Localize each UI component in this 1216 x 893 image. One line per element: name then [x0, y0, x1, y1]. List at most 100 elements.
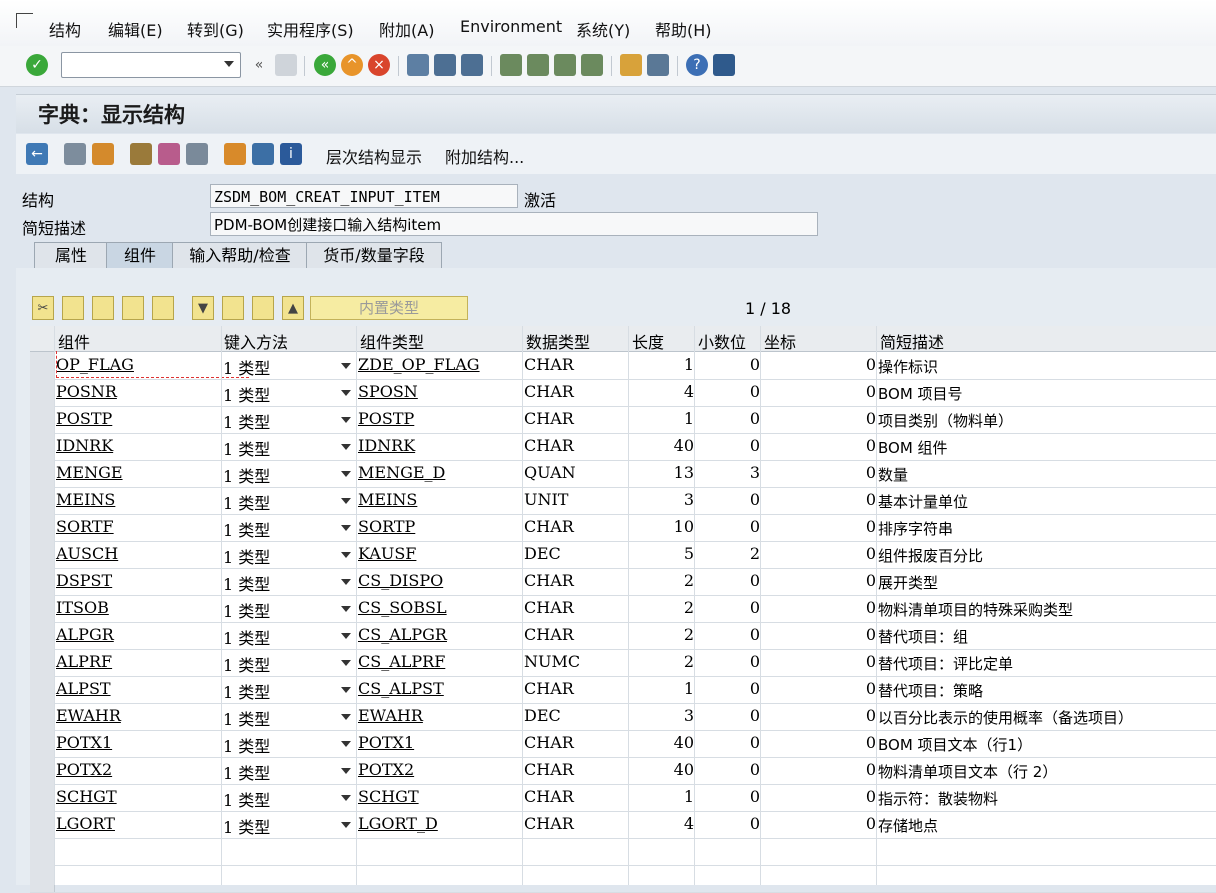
collapse-up-icon[interactable]: ▲	[282, 296, 304, 320]
menu-extras[interactable]: 附加(A)	[379, 17, 434, 41]
table-row[interactable]: EWAHR 1 类型 EWAHR DEC 3 0 0 以百分比表示的使用概率（备选项目）	[30, 703, 1216, 731]
tab-currency-quantity[interactable]: 货币/数量字段	[306, 242, 442, 268]
builtin-type-button[interactable]: 内置类型	[310, 296, 468, 320]
new-session-icon[interactable]	[620, 54, 642, 76]
row-selector[interactable]	[30, 730, 55, 757]
tab-input-help[interactable]: 输入帮助/检查	[172, 242, 308, 268]
component-type[interactable]: CS_DISPO	[358, 571, 443, 590]
component-name[interactable]: POTX2	[56, 760, 112, 779]
chevron-down-icon[interactable]	[341, 660, 351, 666]
chevron-down-icon[interactable]	[341, 768, 351, 774]
column-header[interactable]: 组件	[58, 329, 90, 353]
insert-include-icon[interactable]	[222, 296, 244, 320]
shortcut-icon[interactable]	[647, 54, 669, 76]
row-selector[interactable]	[30, 460, 55, 487]
row-selector[interactable]	[30, 811, 55, 838]
row-selector[interactable]	[30, 649, 55, 676]
table-row[interactable]: LGORT 1 类型 LGORT_D CHAR 4 0 0 存储地点	[30, 811, 1216, 839]
chevron-down-icon[interactable]	[341, 525, 351, 531]
component-type[interactable]: SPOSN	[358, 382, 418, 401]
component-type[interactable]: CS_ALPRF	[358, 652, 445, 671]
table-row[interactable]: POTX1 1 类型 POTX1 CHAR 40 0 0 BOM 项目文本（行1）	[30, 730, 1216, 758]
component-type[interactable]: IDNRK	[358, 436, 415, 455]
first-page-icon[interactable]	[500, 54, 522, 76]
chevron-down-icon[interactable]	[341, 471, 351, 477]
row-selector[interactable]	[30, 595, 55, 622]
component-type[interactable]: POTX2	[358, 760, 414, 779]
column-header[interactable]: 坐标	[764, 329, 796, 353]
previous-page-icon[interactable]	[527, 54, 549, 76]
table-row[interactable]	[30, 838, 1216, 866]
row-selector[interactable]	[30, 703, 55, 730]
save-icon[interactable]	[275, 54, 297, 76]
menu-structure[interactable]: 结构	[49, 17, 81, 41]
table-row[interactable]: ITSOB 1 类型 CS_SOBSL CHAR 2 0 0 物料清单项目的特殊采购类型	[30, 595, 1216, 623]
find-next-icon[interactable]	[461, 54, 483, 76]
menu-help[interactable]: 帮助(H)	[655, 17, 712, 41]
component-name[interactable]: POTX1	[56, 733, 112, 752]
component-type[interactable]: EWAHR	[358, 706, 423, 725]
component-name[interactable]: LGORT	[56, 814, 115, 833]
component-name[interactable]: DSPST	[56, 571, 112, 590]
component-type[interactable]: CS_SOBSL	[358, 598, 447, 617]
display-change-icon[interactable]	[64, 143, 86, 165]
column-header[interactable]: 键入方法	[224, 329, 288, 353]
table-row[interactable]: SORTF 1 类型 SORTP CHAR 10 0 0 排序字符串	[30, 514, 1216, 542]
component-type[interactable]: SORTP	[358, 517, 415, 536]
component-name[interactable]: SCHGT	[56, 787, 117, 806]
back-icon[interactable]: «	[314, 54, 336, 76]
chevron-down-icon[interactable]	[341, 417, 351, 423]
row-selector[interactable]	[30, 487, 55, 514]
table-row[interactable]: ALPGR 1 类型 CS_ALPGR CHAR 2 0 0 替代项目：组	[30, 622, 1216, 650]
table-row[interactable]: MEINS 1 类型 MEINS UNIT 3 0 0 基本计量单位	[30, 487, 1216, 515]
row-selector[interactable]	[30, 541, 55, 568]
table-row[interactable]: ALPRF 1 类型 CS_ALPRF NUMC 2 0 0 替代项目：评比定单	[30, 649, 1216, 677]
component-name[interactable]: ALPGR	[56, 625, 114, 644]
row-selector[interactable]	[30, 757, 55, 784]
row-selector[interactable]	[30, 622, 55, 649]
row-selector[interactable]	[30, 406, 55, 433]
row-selector[interactable]	[30, 838, 55, 865]
table-row[interactable]: MENGE 1 类型 MENGE_D QUAN 13 3 0 数量	[30, 460, 1216, 488]
chevron-down-icon[interactable]	[341, 633, 351, 639]
table-row[interactable]: POSTP 1 类型 POSTP CHAR 1 0 0 项目类别（物料单）	[30, 406, 1216, 434]
row-selector[interactable]	[30, 352, 55, 379]
column-header[interactable]: 简短描述	[880, 329, 944, 353]
table-row[interactable]	[30, 865, 1216, 893]
row-selector[interactable]	[30, 379, 55, 406]
chevron-down-icon[interactable]	[224, 61, 234, 67]
chevron-down-icon[interactable]	[341, 552, 351, 558]
component-type[interactable]: POTX1	[358, 733, 414, 752]
column-header[interactable]: 组件类型	[360, 329, 424, 353]
chevron-down-icon[interactable]	[341, 741, 351, 747]
other-object-icon[interactable]	[92, 143, 114, 165]
table-row[interactable]: POSNR 1 类型 SPOSN CHAR 4 0 0 BOM 项目号	[30, 379, 1216, 407]
collapse-icon[interactable]: «	[248, 54, 270, 76]
component-type[interactable]: CS_ALPST	[358, 679, 444, 698]
component-name[interactable]: ALPST	[56, 679, 111, 698]
row-selector[interactable]	[30, 784, 55, 811]
exit-icon[interactable]: ^	[341, 54, 363, 76]
structure-name-field[interactable]: ZSDM_BOM_CREAT_INPUT_ITEM	[210, 184, 518, 208]
component-type[interactable]: POSTP	[358, 409, 414, 428]
chevron-down-icon[interactable]	[341, 390, 351, 396]
chevron-down-icon[interactable]	[341, 444, 351, 450]
column-header[interactable]: 小数位	[698, 329, 746, 353]
component-name[interactable]: IDNRK	[56, 436, 113, 455]
test-icon[interactable]	[186, 143, 208, 165]
expand-icon[interactable]: ▼	[192, 296, 214, 320]
chevron-down-icon[interactable]	[341, 579, 351, 585]
select-all-icon[interactable]	[252, 296, 274, 320]
copy-icon[interactable]	[62, 296, 84, 320]
help-icon[interactable]: ?	[686, 54, 708, 76]
tab-components[interactable]: 组件	[106, 242, 174, 268]
chevron-down-icon[interactable]	[341, 795, 351, 801]
next-page-icon[interactable]	[554, 54, 576, 76]
table-row[interactable]: IDNRK 1 类型 IDNRK CHAR 40 0 0 BOM 组件	[30, 433, 1216, 461]
component-name[interactable]: POSNR	[56, 382, 117, 401]
component-name[interactable]: MEINS	[56, 490, 115, 509]
component-type[interactable]: LGORT_D	[358, 814, 438, 833]
table-row[interactable]: SCHGT 1 类型 SCHGT CHAR 1 0 0 指示符：散装物料	[30, 784, 1216, 812]
component-name[interactable]: POSTP	[56, 409, 112, 428]
component-name[interactable]: MENGE	[56, 463, 123, 482]
